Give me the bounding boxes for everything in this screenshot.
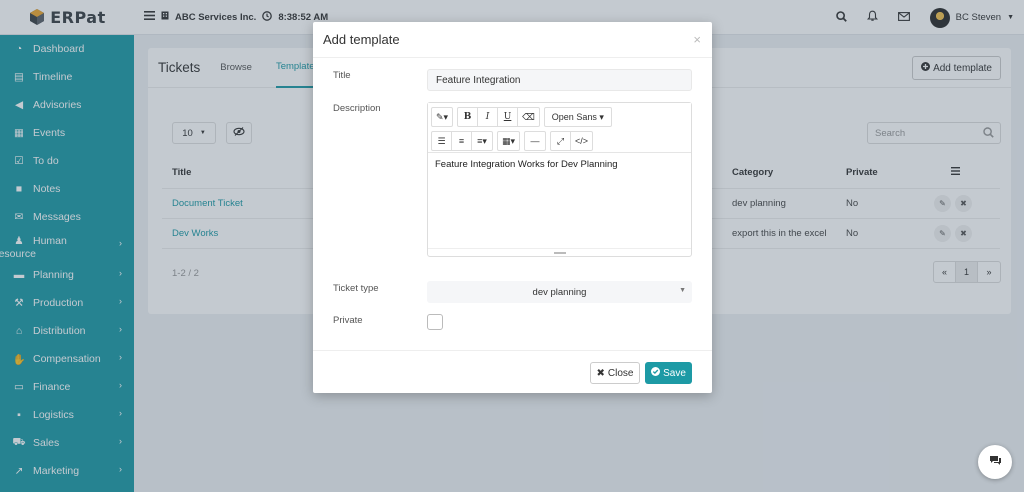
modal-title: Add template	[313, 22, 712, 58]
editor-resize-handle[interactable]	[428, 248, 691, 256]
title-label: Title	[333, 70, 351, 81]
ticket-type-label: Ticket type	[333, 283, 379, 294]
code-view-icon[interactable]: </>	[571, 132, 592, 150]
add-template-modal: Add template × Title Feature Integration…	[313, 22, 712, 393]
bold-icon[interactable]: B	[458, 108, 479, 126]
font-name: Open Sans	[551, 112, 597, 122]
check-circle-icon	[651, 367, 661, 379]
horizontal-rule-icon[interactable]: —	[525, 132, 545, 150]
caret-down-icon: ▼	[679, 287, 686, 294]
chat-icon	[989, 455, 1002, 469]
editor-toolbar: ✎▾ B I U ⌫ Open Sans ▾ ☰ ≡ ≡▾ ▦▾ — ⤢ </>	[428, 103, 691, 153]
underline-icon[interactable]: U	[498, 108, 519, 126]
table-icon[interactable]: ▦▾	[498, 132, 519, 150]
save-button[interactable]: Save	[645, 362, 692, 384]
title-input[interactable]: Feature Integration	[427, 69, 692, 91]
description-text[interactable]: Feature Integration Works for Dev Planni…	[428, 153, 691, 248]
ticket-type-select[interactable]: dev planning ▼	[427, 281, 692, 303]
save-button-label: Save	[663, 367, 686, 379]
description-editor: ✎▾ B I U ⌫ Open Sans ▾ ☰ ≡ ≡▾ ▦▾ — ⤢ </>…	[427, 102, 692, 257]
private-label: Private	[333, 315, 363, 326]
close-button[interactable]: ✖ Close	[590, 362, 640, 384]
modal-footer: ✖ Close Save	[313, 350, 712, 393]
ticket-type-value: dev planning	[532, 286, 587, 298]
unordered-list-icon[interactable]: ☰	[432, 132, 452, 150]
description-label: Description	[333, 103, 381, 114]
close-x-icon: ✖	[596, 367, 605, 379]
chat-button[interactable]	[978, 445, 1012, 479]
private-checkbox[interactable]	[427, 314, 443, 330]
close-button-label: Close	[607, 367, 634, 379]
align-icon[interactable]: ≡▾	[472, 132, 492, 150]
modal-close-icon[interactable]: ×	[693, 32, 701, 47]
fullscreen-icon[interactable]: ⤢	[551, 132, 572, 150]
font-family-select[interactable]: Open Sans ▾	[545, 108, 611, 126]
italic-icon[interactable]: I	[478, 108, 499, 126]
magic-style-icon[interactable]: ✎▾	[432, 108, 452, 126]
ordered-list-icon[interactable]: ≡	[452, 132, 472, 150]
eraser-icon[interactable]: ⌫	[518, 108, 539, 126]
